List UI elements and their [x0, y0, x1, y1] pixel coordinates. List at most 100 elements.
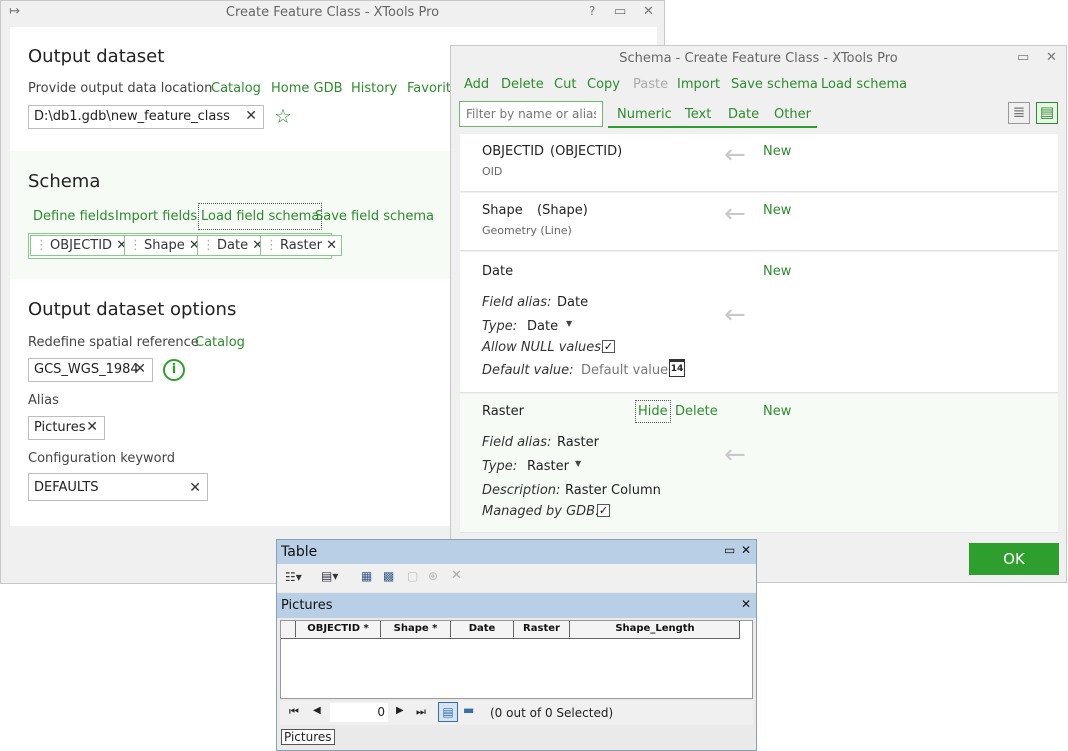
- clear-spatial-icon[interactable]: ✕: [134, 361, 146, 377]
- spatial-catalog-link[interactable]: Catalog: [195, 335, 245, 350]
- left-arrow-icon: ←: [724, 199, 746, 229]
- last-record-icon[interactable]: ⏭: [416, 705, 426, 719]
- row-selector-header[interactable]: [281, 621, 296, 637]
- options-heading: Output dataset options: [28, 299, 237, 320]
- import-fields-link[interactable]: Import fields: [115, 209, 197, 224]
- main-titlebar: ↦ Create Feature Class - XTools Pro ? ▭ …: [1, 1, 664, 26]
- tab-text[interactable]: Text: [685, 107, 711, 122]
- column-header-objectid[interactable]: OBJECTID *: [296, 621, 381, 637]
- save-field-schema-link[interactable]: Save field schema: [315, 209, 434, 224]
- catalog-link[interactable]: Catalog: [211, 81, 261, 96]
- table-maximize-icon[interactable]: ▭: [724, 543, 735, 557]
- favorite-star-icon[interactable]: ☆: [274, 104, 292, 128]
- import-button[interactable]: Import: [677, 77, 720, 92]
- default-value-input[interactable]: Default value: [581, 363, 668, 378]
- output-path-input[interactable]: D:\db1.gdb\new_feature_class ✕: [28, 105, 264, 129]
- ok-button[interactable]: OK: [969, 543, 1059, 575]
- field-row-date[interactable]: Date New Field alias: Date Type: Date ▼ …: [460, 252, 1058, 393]
- field-row-objectid[interactable]: OBJECTID (OBJECTID) OID ← New: [460, 134, 1058, 192]
- copy-button[interactable]: Copy: [587, 77, 620, 92]
- help-button[interactable]: ?: [589, 4, 595, 18]
- chip-objectid[interactable]: ⋮ OBJECTID ✕: [30, 235, 133, 256]
- field-row-raster[interactable]: Raster Hide Delete New Field alias: Rast…: [460, 394, 1058, 533]
- tab-numeric[interactable]: Numeric: [617, 107, 672, 122]
- show-selected-records-icon[interactable]: ▬: [463, 703, 474, 717]
- field-alias-value[interactable]: Date: [557, 295, 588, 310]
- field-status: New: [763, 404, 792, 419]
- allow-null-checkbox[interactable]: ✓: [602, 340, 615, 353]
- provide-location-label: Provide output data location: [28, 81, 213, 96]
- zoom-selected-icon[interactable]: ⊕: [428, 569, 438, 583]
- clear-selection-icon[interactable]: ▢: [407, 569, 418, 583]
- field-alias-text: (Shape): [537, 203, 588, 218]
- select-by-attributes-icon[interactable]: ▦: [361, 569, 372, 583]
- alias-value: Pictures: [34, 420, 86, 435]
- previous-record-icon[interactable]: ◀: [313, 705, 321, 716]
- layer-close-icon[interactable]: ✕: [741, 597, 751, 611]
- description-value[interactable]: Raster Column: [565, 483, 661, 498]
- save-schema-button[interactable]: Save schema: [731, 77, 818, 92]
- field-status: New: [763, 144, 792, 159]
- define-fields-link[interactable]: Define fields: [33, 209, 114, 224]
- field-type-text: Geometry (Line): [482, 224, 572, 237]
- field-row-shape[interactable]: Shape (Shape) Geometry (Line) ← New: [460, 193, 1058, 251]
- alias-field[interactable]: Pictures ✕: [28, 416, 105, 440]
- remove-chip-icon[interactable]: ✕: [326, 238, 337, 253]
- field-type-select[interactable]: Raster: [527, 459, 569, 474]
- config-keyword-field[interactable]: DEFAULTS ✕: [28, 473, 208, 501]
- chip-date[interactable]: ⋮ Date ✕: [197, 235, 269, 256]
- load-schema-button[interactable]: Load schema: [821, 77, 907, 92]
- field-type-label: Type:: [482, 459, 518, 474]
- column-header-date[interactable]: Date: [451, 621, 514, 637]
- clear-path-icon[interactable]: ✕: [245, 108, 257, 124]
- record-navigator: ⏮ ◀ 0 ▶ ⏭ ▤ ▬ (0 out of 0 Selected): [280, 701, 753, 725]
- tab-date[interactable]: Date: [728, 107, 759, 122]
- type-dropdown-icon[interactable]: ▼: [566, 319, 572, 328]
- maximize-icon[interactable]: ▭: [614, 4, 626, 19]
- close-icon[interactable]: ✕: [643, 4, 654, 19]
- table-options-icon[interactable]: ☷▾: [285, 570, 302, 584]
- schema-close-icon[interactable]: ✕: [1046, 50, 1057, 65]
- column-header-shape[interactable]: Shape *: [381, 621, 451, 637]
- spatial-reference-field[interactable]: GCS_WGS_1984 ✕: [28, 358, 153, 382]
- load-field-schema-link[interactable]: Load field schema: [198, 203, 323, 230]
- switch-selection-icon[interactable]: ▩: [383, 569, 394, 583]
- table-toolbar: ☷▾ ▤▾ ▦ ▩ ▢ ⊕ ✕: [277, 564, 756, 592]
- related-tables-icon[interactable]: ▤▾: [321, 569, 338, 583]
- show-all-records-icon[interactable]: ▤: [438, 702, 458, 722]
- clear-config-icon[interactable]: ✕: [189, 480, 201, 496]
- record-number-input[interactable]: 0: [330, 703, 388, 722]
- paste-button[interactable]: Paste: [633, 77, 668, 92]
- add-button[interactable]: Add: [464, 77, 489, 92]
- delete-button[interactable]: Delete: [501, 77, 544, 92]
- type-dropdown-icon[interactable]: ▼: [575, 459, 581, 468]
- first-record-icon[interactable]: ⏮: [289, 705, 299, 719]
- managed-checkbox[interactable]: ✓: [597, 504, 610, 517]
- info-icon[interactable]: i: [163, 359, 185, 381]
- field-name: Shape: [482, 203, 523, 218]
- next-record-icon[interactable]: ▶: [396, 705, 404, 716]
- field-name: Date: [482, 264, 514, 279]
- delete-field-link[interactable]: Delete: [675, 404, 718, 419]
- cut-button[interactable]: Cut: [554, 77, 576, 92]
- column-header-raster[interactable]: Raster: [514, 621, 570, 637]
- calendar-icon[interactable]: 14: [669, 359, 685, 377]
- field-alias-value[interactable]: Raster: [557, 435, 599, 450]
- table-titlebar: Table ▭ ✕: [277, 540, 756, 564]
- list-view-icon[interactable]: ≣: [1008, 102, 1030, 124]
- table-close-icon[interactable]: ✕: [741, 543, 751, 557]
- filter-input[interactable]: [459, 101, 603, 127]
- table-tab-pictures[interactable]: Pictures: [281, 729, 335, 745]
- tab-other[interactable]: Other: [774, 107, 811, 122]
- hide-field-link[interactable]: Hide: [635, 400, 671, 423]
- field-type-select[interactable]: Date: [527, 319, 558, 334]
- schema-maximize-icon[interactable]: ▭: [1017, 50, 1029, 65]
- column-header-shape-length[interactable]: Shape_Length: [570, 621, 740, 637]
- chip-raster[interactable]: ⋮ Raster ✕: [260, 235, 342, 256]
- delete-selected-icon[interactable]: ✕: [451, 568, 462, 583]
- home-gdb-link[interactable]: Home GDB: [271, 81, 343, 96]
- history-link[interactable]: History: [351, 81, 397, 96]
- detail-view-icon[interactable]: ▤: [1036, 102, 1058, 124]
- clear-alias-icon[interactable]: ✕: [86, 419, 98, 435]
- chip-shape[interactable]: ⋮ Shape ✕: [124, 235, 205, 256]
